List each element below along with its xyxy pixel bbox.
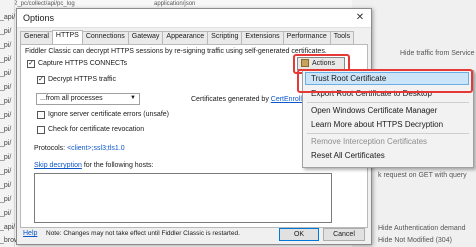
dialog-titlebar: Options ✕ (17, 9, 371, 28)
highlight-outline-trust-root (297, 69, 473, 93)
tab-scripting[interactable]: Scripting (207, 31, 243, 44)
decrypt-https-checkbox[interactable]: ✓ (37, 76, 45, 84)
skip-decryption-row: Skip decryption for the following hosts: (34, 162, 153, 169)
bg-row: _pi/ (0, 28, 12, 35)
cancel-button[interactable]: Cancel (323, 228, 365, 241)
menu-item-learn-more[interactable]: Learn More about HTTPS Decryption (311, 120, 443, 129)
dialog-title: Options (23, 13, 55, 23)
check-revocation-label: Check for certificate revocation (48, 126, 145, 133)
bg-row: _api/ (0, 224, 16, 231)
protocols-label: Protocols: (34, 145, 66, 152)
ignore-cert-errors-label: Ignore server certificate errors (unsafe… (48, 111, 169, 118)
menu-item-remove-interception: Remove Interception Certificates (311, 137, 428, 146)
menu-separator (307, 133, 469, 134)
skip-decryption-link[interactable]: Skip decryption (34, 162, 82, 169)
bg-row: _pi/ (0, 98, 12, 105)
menu-separator (307, 102, 469, 103)
bg-row: _pi/ (0, 196, 12, 203)
bg-row: _pi/ (0, 154, 12, 161)
bg-row: _pi/ (0, 210, 12, 217)
tab-strip: General HTTPS Connections Gateway Appear… (20, 30, 355, 44)
bg-row: _pi/ (0, 42, 12, 49)
bg-filter-text: k request on GET with query (378, 172, 467, 179)
bg-row: _pi/ (0, 182, 12, 189)
process-filter-value: ...from all processes (40, 95, 103, 102)
bg-row: _pi/ (0, 56, 12, 63)
ok-button[interactable]: OK (279, 228, 319, 241)
bg-fragment-left: 2_pc/collect/api/pc_log (14, 1, 75, 7)
tab-connections[interactable]: Connections (81, 31, 129, 44)
chevron-down-icon: ▼ (130, 95, 136, 101)
bg-row: _pi/ (0, 112, 12, 119)
skip-decryption-suffix: for the following hosts: (83, 162, 154, 169)
bg-row: _pi/ (0, 168, 12, 175)
tab-https[interactable]: HTTPS (51, 30, 83, 44)
https-description: Fiddler Classic can decrypt HTTPS sessio… (25, 48, 327, 55)
tab-performance[interactable]: Performance (282, 31, 331, 44)
bg-row: _pi/ (0, 70, 12, 77)
bg-filter-text: Hide traffic from Service (400, 50, 475, 57)
menu-item-reset-all[interactable]: Reset All Certificates (311, 151, 385, 160)
capture-https-checkbox[interactable]: ✓ (27, 60, 35, 68)
tab-extensions[interactable]: Extensions (241, 31, 284, 44)
process-filter-select[interactable]: ...from all processes ▼ (36, 93, 140, 105)
check-revocation-checkbox[interactable] (37, 126, 45, 134)
restart-note: Note: Changes may not take effect until … (46, 230, 240, 237)
bg-row: _pi/ (0, 84, 12, 91)
protocols-row: Protocols: <client>;ssl3;tls1.0 (34, 145, 125, 152)
protocols-value-link[interactable]: <client>;ssl3;tls1.0 (67, 145, 125, 152)
bg-row: _pi/ (0, 126, 12, 133)
bg-filter-text: Hide Not Modified (304) (378, 237, 452, 244)
cert-generated-prefix: Certificates generated by (191, 96, 269, 103)
help-link[interactable]: Help (23, 230, 37, 237)
decrypt-https-label: Decrypt HTTPS traffic (48, 76, 116, 83)
tab-gateway[interactable]: Gateway (127, 31, 164, 44)
bg-filter-text: Hide Authentication demand (378, 225, 466, 232)
capture-https-label: Capture HTTPS CONNECTs (38, 60, 128, 67)
skip-hosts-textarea[interactable] (34, 173, 332, 223)
tab-tools[interactable]: Tools (329, 31, 355, 44)
bg-row: _api/ (0, 14, 16, 21)
bg-row: _pi/ (0, 140, 12, 147)
bg-fragment-right: application/json (154, 1, 196, 7)
ignore-cert-errors-checkbox[interactable] (37, 111, 45, 119)
background-session-list: _api/ _pi/ _pi/ _pi/ _pi/ _pi/ _pi/ _pi/… (0, 0, 62, 247)
tab-appearance[interactable]: Appearance (162, 31, 209, 44)
close-icon[interactable]: ✕ (353, 11, 367, 25)
menu-item-open-cert-manager[interactable]: Open Windows Certificate Manager (311, 106, 437, 115)
tab-general[interactable]: General (20, 31, 53, 44)
